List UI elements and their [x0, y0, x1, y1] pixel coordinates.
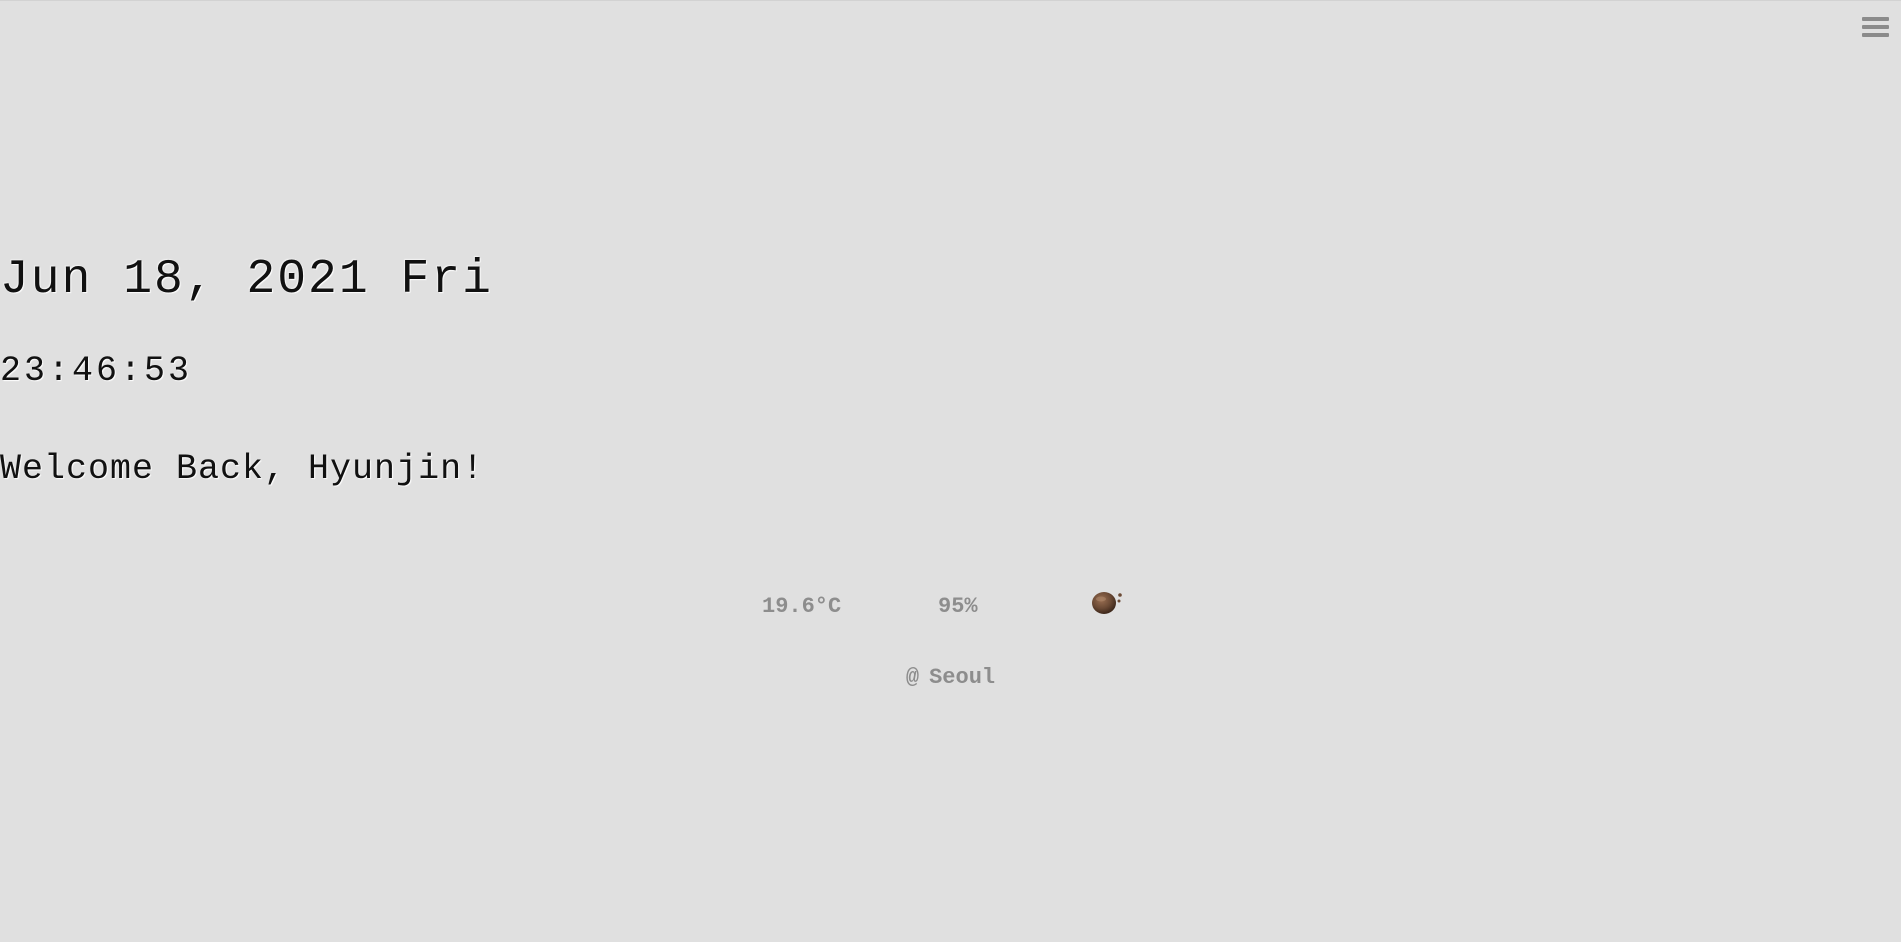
welcome-greeting: Welcome Back, Hyunjin!: [0, 449, 485, 489]
weather-humidity: 95%: [938, 594, 978, 619]
location-at-symbol: @: [905, 665, 920, 690]
date-display: Jun 18, 2021 Fri: [0, 253, 493, 307]
location-city: Seoul: [929, 665, 996, 690]
weather-panel: 19.6°C 95%: [0, 590, 1901, 622]
hamburger-menu-icon[interactable]: [1862, 16, 1889, 38]
menu-bar-bottom: [1862, 33, 1889, 37]
time-display: 23:46:53: [0, 351, 193, 391]
menu-bar-middle: [1862, 25, 1889, 29]
weather-location: @ Seoul: [0, 665, 1901, 690]
rain-cloud-icon: [1090, 590, 1126, 616]
top-divider: [0, 0, 1901, 1]
menu-bar-top: [1862, 17, 1889, 21]
weather-temperature: 19.6°C: [762, 594, 842, 619]
